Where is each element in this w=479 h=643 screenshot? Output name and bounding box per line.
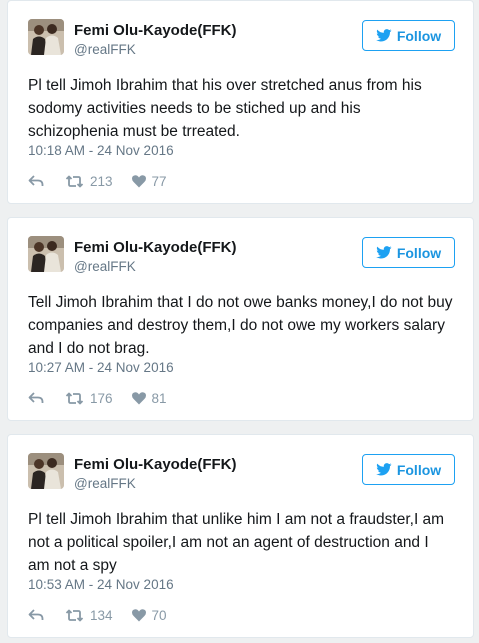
avatar[interactable]	[28, 19, 64, 55]
tweet-actions: 213 77	[28, 172, 167, 190]
reply-icon[interactable]	[28, 609, 48, 621]
author-handle[interactable]: @realFFK	[74, 259, 136, 274]
twitter-bird-icon	[376, 29, 392, 42]
like-count: 77	[151, 173, 167, 189]
twitter-bird-icon	[376, 246, 392, 259]
retweet-icon[interactable]	[65, 392, 84, 405]
retweet-icon[interactable]	[65, 609, 84, 622]
retweet-count: 134	[90, 607, 113, 623]
follow-label: Follow	[396, 244, 442, 261]
reply-icon[interactable]	[28, 175, 48, 187]
follow-label: Follow	[396, 27, 442, 44]
retweet-count: 176	[90, 390, 113, 406]
follow-button[interactable]: Follow	[362, 20, 455, 51]
tweet-text: Pl tell Jimoh Ibrahim that unlike him I …	[28, 511, 445, 574]
tweet-card: Femi Olu-Kayode(FFK) @realFFK Follow Pl …	[7, 434, 474, 638]
avatar[interactable]	[28, 236, 64, 272]
heart-icon[interactable]	[131, 174, 146, 188]
tweet-card: Femi Olu-Kayode(FFK) @realFFK Follow Tel…	[7, 217, 474, 421]
heart-icon[interactable]	[131, 608, 146, 622]
tweet-actions: 176 81	[28, 389, 167, 407]
tweet-timestamp[interactable]: 10:18 AM - 24 Nov 2016	[28, 143, 174, 158]
retweet-icon[interactable]	[65, 175, 84, 188]
tweet-timestamp[interactable]: 10:53 AM - 24 Nov 2016	[28, 577, 174, 592]
tweet-text: Pl tell Jimoh Ibrahim that his over stre…	[28, 77, 422, 140]
follow-button[interactable]: Follow	[362, 237, 455, 268]
author-handle[interactable]: @realFFK	[74, 42, 136, 57]
follow-label: Follow	[396, 461, 442, 478]
tweet-timestamp[interactable]: 10:27 AM - 24 Nov 2016	[28, 360, 174, 375]
twitter-bird-icon	[376, 463, 392, 476]
heart-icon[interactable]	[131, 391, 146, 405]
tweet-actions: 134 70	[28, 606, 167, 624]
tweet-text: Tell Jimoh Ibrahim that I do not owe ban…	[28, 294, 453, 357]
like-count: 81	[151, 390, 167, 406]
reply-icon[interactable]	[28, 392, 48, 404]
avatar[interactable]	[28, 453, 64, 489]
tweet-card: Femi Olu-Kayode(FFK) @realFFK Follow Pl …	[7, 0, 474, 204]
author-name[interactable]: Femi Olu-Kayode(FFK)	[74, 456, 237, 473]
author-name[interactable]: Femi Olu-Kayode(FFK)	[74, 22, 237, 39]
like-count: 70	[151, 607, 167, 623]
retweet-count: 213	[90, 173, 113, 189]
follow-button[interactable]: Follow	[362, 454, 455, 485]
author-name[interactable]: Femi Olu-Kayode(FFK)	[74, 239, 237, 256]
author-handle[interactable]: @realFFK	[74, 476, 136, 491]
